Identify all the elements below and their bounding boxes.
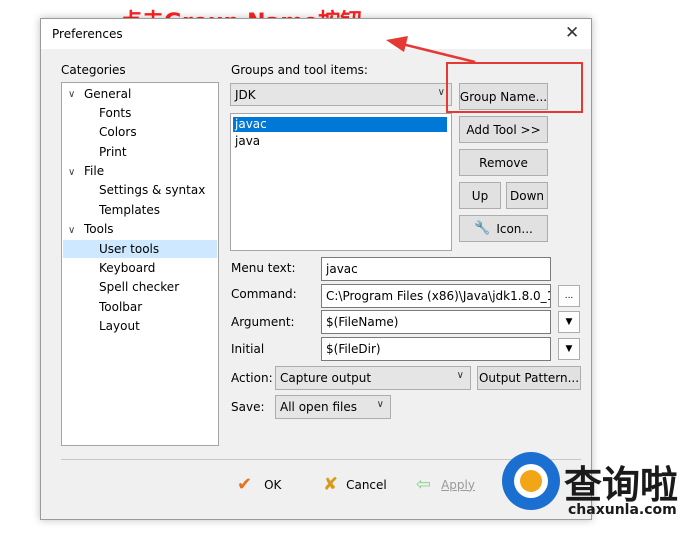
remove-button[interactable]: Remove [459, 149, 548, 176]
tool-items-list[interactable]: javac java [230, 113, 452, 251]
watermark-brand: 查询啦 [564, 463, 679, 507]
chevron-down-icon: ∨ [456, 370, 464, 381]
output-pattern-button[interactable]: Output Pattern... [477, 366, 581, 390]
cancel-button[interactable]: ✘ Cancel [323, 474, 387, 495]
save-label: Save: [231, 400, 265, 414]
argument-dropdown-icon[interactable]: ▼ [558, 311, 580, 333]
icon-button[interactable]: 🔧 Icon... [459, 215, 548, 242]
initial-label: Initial [231, 342, 265, 356]
chevron-down-icon[interactable]: ∨ [68, 225, 75, 236]
command-input[interactable]: C:\Program Files (x86)\Java\jdk1.8.0_144 [321, 284, 551, 308]
tree-item-settings-syntax[interactable]: Settings & syntax [99, 183, 205, 197]
wrench-icon: 🔧 [474, 221, 491, 236]
cancel-button-label: Cancel [346, 477, 387, 492]
close-icon[interactable]: ✕ [565, 23, 579, 43]
tree-item-toolbar[interactable]: Toolbar [99, 300, 142, 314]
watermark-site: chaxunla.com [568, 502, 677, 518]
argument-label: Argument: [231, 315, 295, 329]
tree-item-file[interactable]: File [84, 164, 104, 178]
up-button[interactable]: Up [459, 182, 501, 209]
tree-item-keyboard[interactable]: Keyboard [99, 261, 155, 275]
icon-button-label: Icon... [496, 221, 533, 236]
arrow-left-icon: ⇦ [416, 474, 432, 495]
chevron-down-icon: ∨ [376, 399, 384, 410]
menu-text-label: Menu text: [231, 261, 296, 275]
tree-item-spell-checker[interactable]: Spell checker [99, 280, 179, 294]
apply-button[interactable]: ⇦ Apply [416, 474, 475, 495]
action-select-value: Capture output [280, 371, 372, 385]
apply-button-label: Apply [441, 477, 475, 492]
ok-button[interactable]: ✔ OK [237, 474, 281, 495]
tree-item-print[interactable]: Print [99, 145, 127, 159]
chevron-down-icon[interactable]: ∨ [68, 167, 75, 178]
chevron-down-icon[interactable]: ∨ [68, 89, 75, 100]
browse-button[interactable]: ... [558, 285, 580, 307]
title-bar: Preferences ✕ [41, 19, 591, 49]
groups-heading: Groups and tool items: [231, 63, 368, 77]
tree-item-templates[interactable]: Templates [99, 203, 160, 217]
group-select[interactable]: JDK ∨ [230, 83, 452, 106]
categories-heading: Categories [61, 63, 126, 77]
menu-text-input[interactable]: javac [321, 257, 551, 281]
tree-item-colors[interactable]: Colors [99, 125, 137, 139]
action-label: Action: [231, 371, 273, 385]
list-item-java[interactable]: java [233, 134, 447, 149]
argument-input[interactable]: $(FileName) [321, 310, 551, 334]
tree-item-layout[interactable]: Layout [99, 319, 140, 333]
tree-item-user-tools[interactable]: User tools [99, 242, 159, 256]
annotation-arrow-icon [386, 36, 476, 64]
tree-item-fonts[interactable]: Fonts [99, 106, 131, 120]
action-select[interactable]: Capture output ∨ [275, 366, 471, 390]
dialog-title: Preferences [52, 27, 123, 41]
ok-button-label: OK [264, 477, 282, 492]
down-button[interactable]: Down [506, 182, 548, 209]
group-select-value: JDK [235, 87, 256, 102]
cross-icon: ✘ [323, 474, 339, 495]
tree-item-tools[interactable]: Tools [84, 222, 114, 236]
initial-input[interactable]: $(FileDir) [321, 337, 551, 361]
initial-dropdown-icon[interactable]: ▼ [558, 338, 580, 360]
checkmark-icon: ✔ [237, 474, 253, 495]
command-label: Command: [231, 287, 297, 301]
categories-tree[interactable]: ∨ General Fonts Colors Print ∨ File Sett… [61, 82, 219, 446]
save-select-value: All open files [280, 400, 357, 414]
add-tool-button[interactable]: Add Tool >> [459, 116, 548, 143]
tree-item-general[interactable]: General [84, 87, 131, 101]
list-item-javac[interactable]: javac [233, 117, 447, 132]
watermark: 查询啦 chaxunla.com [498, 448, 682, 541]
save-select[interactable]: All open files ∨ [275, 395, 391, 419]
chevron-down-icon: ∨ [437, 87, 445, 98]
